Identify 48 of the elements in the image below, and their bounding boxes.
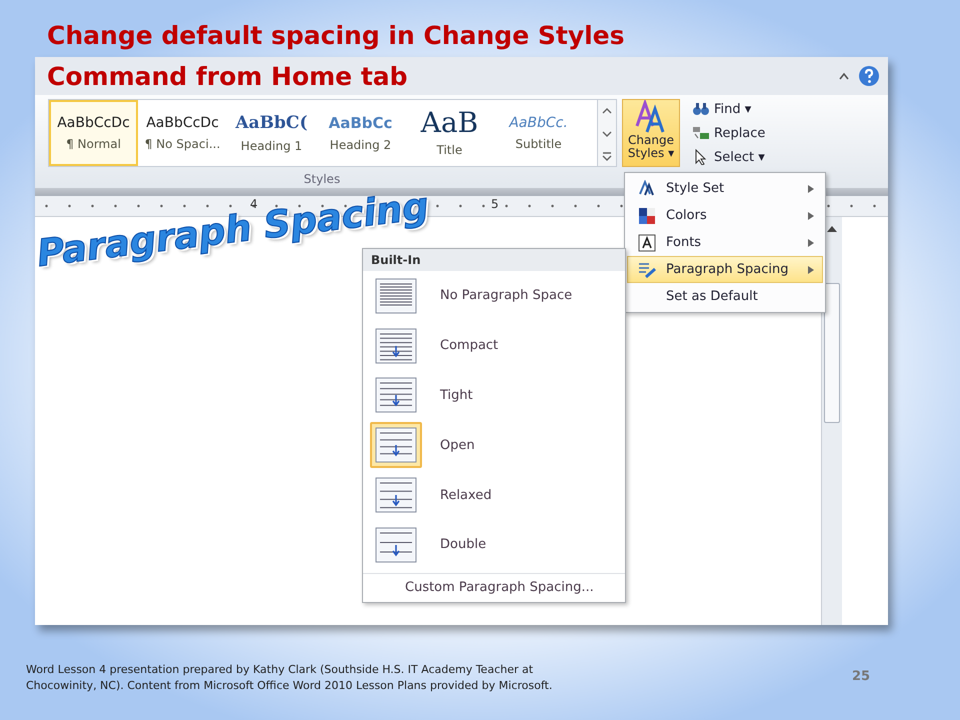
spacing-preview-icon <box>375 278 417 314</box>
menu-item[interactable]: Colors <box>627 202 823 229</box>
replace-icon <box>692 125 710 141</box>
scroll-thumb[interactable] <box>824 283 840 423</box>
more-icon <box>600 150 614 160</box>
scroll-up-icon <box>826 225 838 233</box>
style-item[interactable]: AaBbCc Heading 2 <box>316 100 405 166</box>
slide-title: Command from Home tab <box>47 62 408 90</box>
caret-icon <box>838 71 850 81</box>
footer-note: Word Lesson 4 presentation prepared by Kathy Clark (Southside H.S. IT Academy Teacher at Chocowinity, NC). Content from Microsoft Office Word 2010 Lesson Plans provided by Microsoft. <box>26 662 554 694</box>
spacing-preview-icon <box>375 377 417 414</box>
spacing-option[interactable]: Tight <box>363 370 625 420</box>
slide-title: Change default spacing in Change Styles <box>46 20 626 52</box>
editing-button[interactable]: Select ▾ <box>692 149 766 165</box>
menu-item[interactable]: Paragraph Spacing <box>627 256 823 283</box>
binoculars-icon <box>692 101 710 117</box>
ruler-number: 4 <box>250 197 258 211</box>
menu-item[interactable]: Set as Default <box>627 283 823 310</box>
spacing-preview-icon <box>375 328 417 364</box>
help-icon <box>858 65 880 87</box>
editing-button[interactable]: Replace <box>692 125 766 141</box>
spacing-option[interactable]: Double <box>363 520 625 570</box>
style-item[interactable]: AaBbCc. Subtitle <box>494 100 583 166</box>
spacing-preview-icon <box>375 427 417 464</box>
ruler-number: 5 <box>491 197 499 211</box>
menu-item[interactable]: Custom Paragraph Spacing... <box>363 572 625 602</box>
menu-item[interactable]: Style Set <box>627 175 823 202</box>
style-item[interactable]: AaB Title <box>405 100 494 166</box>
style-item[interactable]: AaBbCcDc ¶ No Spaci... <box>138 100 227 166</box>
spacing-preview-icon <box>375 526 417 563</box>
vertical-scrollbar[interactable] <box>821 217 842 625</box>
menu-header: Built-In <box>363 249 625 271</box>
spacing-option[interactable]: Compact <box>363 320 625 371</box>
style-item[interactable]: AaBbCcDc ¶ Normal <box>49 100 138 166</box>
spacing-option[interactable]: Open <box>363 420 625 470</box>
spacing-option[interactable]: Relaxed <box>363 470 625 520</box>
spacing-preview-icon <box>375 477 417 514</box>
menu-item[interactable]: Fonts <box>627 229 823 256</box>
style-item[interactable]: AaBbC( Heading 1 <box>227 100 316 166</box>
change-styles-button[interactable]: Change Styles ▾ <box>622 99 680 167</box>
color-swatch-icon <box>638 206 656 224</box>
group-label: Styles <box>302 171 342 186</box>
spacing-option[interactable]: No Paragraph Space <box>363 271 625 321</box>
spacing-brush-icon <box>638 260 656 278</box>
editing-button[interactable]: Find ▾ <box>692 101 766 117</box>
font-box-icon <box>638 234 656 252</box>
style-set-icon <box>638 180 656 198</box>
slide-number: 25 <box>852 669 870 684</box>
